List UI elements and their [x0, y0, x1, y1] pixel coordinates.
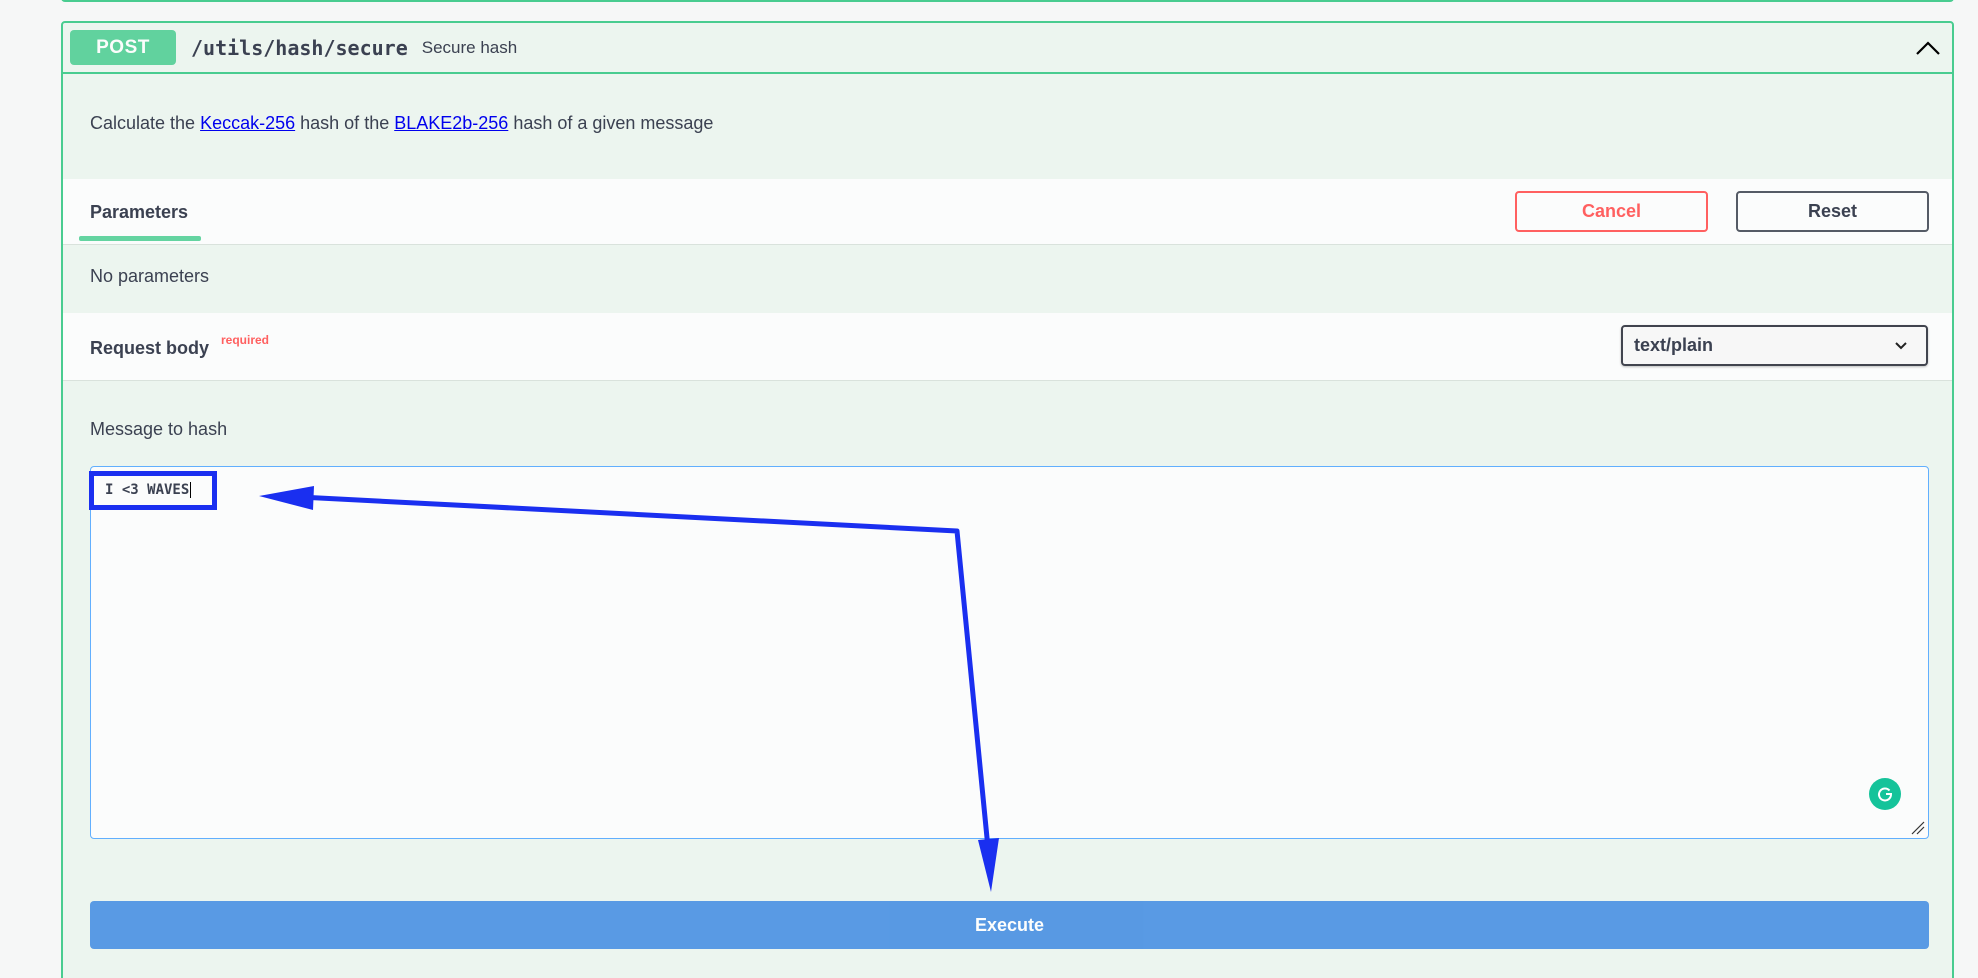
endpoint-summary: Secure hash [421, 37, 518, 57]
operation-summary[interactable]: POST /utils/hash/secure Secure hash [63, 23, 1952, 74]
content-type-select[interactable]: text/plain [1621, 325, 1928, 366]
grammarly-icon[interactable] [1869, 778, 1901, 810]
chevron-down-icon [1895, 341, 1907, 349]
keccak-link[interactable]: Keccak-256 [200, 113, 295, 133]
request-body-title: Request body [90, 338, 210, 358]
parameters-header: Parameters Cancel Reset [63, 179, 1952, 245]
endpoint-path: /utils/hash/secure [191, 35, 408, 60]
operation-block-post-hash-secure: POST /utils/hash/secure Secure hash Calc… [61, 21, 1954, 978]
blake2b-link[interactable]: BLAKE2b-256 [394, 113, 508, 133]
method-badge: POST [70, 30, 176, 65]
content-type-value: text/plain [1634, 335, 1714, 355]
message-field-label: Message to hash [90, 419, 228, 439]
no-parameters-text: No parameters [90, 266, 210, 286]
reset-button[interactable]: Reset [1736, 191, 1929, 232]
description-text: hash of a given message [508, 113, 714, 133]
endpoint-description: Calculate the Keccak-256 hash of the BLA… [90, 113, 713, 134]
chevron-up-icon[interactable] [1914, 35, 1942, 61]
execute-button[interactable]: Execute [90, 901, 1929, 949]
resize-handle-icon[interactable] [1911, 821, 1925, 835]
message-textarea[interactable]: I <3 WAVES [90, 466, 1929, 839]
required-badge: required [221, 333, 270, 347]
cancel-button[interactable]: Cancel [1515, 191, 1708, 232]
description-text: hash of the [295, 113, 395, 133]
description-text: Calculate the [90, 113, 201, 133]
request-body-header: Request body required text/plain [63, 313, 1952, 381]
previous-operation-block [61, 0, 1954, 2]
annotation-highlight-box [89, 471, 217, 510]
tab-parameters[interactable]: Parameters [90, 202, 188, 223]
tab-active-indicator [79, 236, 201, 241]
